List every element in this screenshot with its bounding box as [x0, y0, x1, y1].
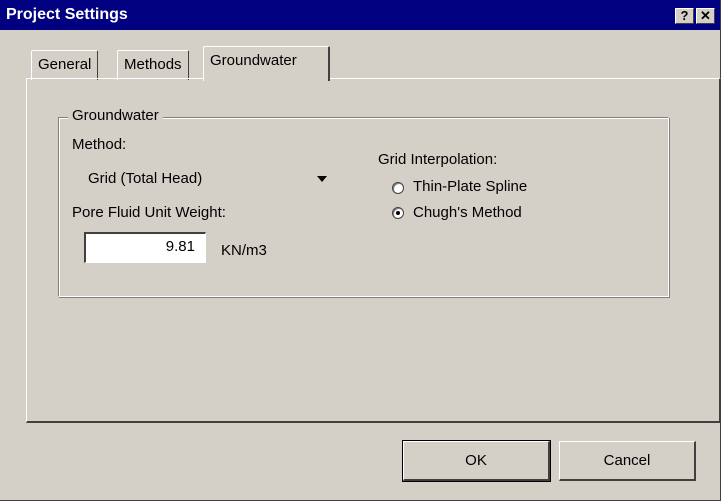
tab-general-label: General — [38, 56, 92, 73]
tab-methods-label: Methods — [124, 56, 182, 73]
title-bar[interactable]: Project Settings ? ✕ — [0, 0, 720, 30]
thin-plate-spline-label[interactable]: Thin-Plate Spline — [413, 178, 527, 195]
chughs-method-label[interactable]: Chugh's Method — [413, 204, 522, 221]
ok-button[interactable]: OK — [402, 440, 551, 482]
method-label: Method: — [72, 136, 127, 153]
method-dropdown-value: Grid (Total Head) — [88, 170, 203, 187]
groupbox-title: Groundwater — [68, 107, 163, 124]
pore-fluid-unit: KN/m3 — [221, 242, 267, 259]
project-settings-dialog: Project Settings ? ✕ General Methods Gro… — [0, 0, 721, 501]
close-icon[interactable]: ✕ — [696, 8, 715, 24]
window-title: Project Settings — [6, 6, 128, 23]
active-tab-joint — [204, 78, 328, 81]
pore-fluid-input[interactable]: 9.81 — [84, 232, 206, 263]
chughs-method-radio[interactable] — [392, 207, 404, 219]
tab-groundwater-label: Groundwater — [210, 52, 297, 69]
help-icon[interactable]: ? — [675, 8, 694, 24]
tab-general[interactable]: General — [31, 50, 99, 80]
tab-groundwater[interactable]: Groundwater — [203, 46, 330, 81]
chevron-down-icon[interactable] — [313, 169, 331, 188]
tab-methods[interactable]: Methods — [117, 50, 189, 80]
cancel-button[interactable]: Cancel — [559, 441, 696, 481]
method-dropdown[interactable]: Grid (Total Head) — [78, 166, 333, 192]
pore-fluid-label: Pore Fluid Unit Weight: — [72, 204, 226, 221]
grid-interpolation-label: Grid Interpolation: — [378, 151, 498, 168]
thin-plate-spline-radio[interactable] — [392, 182, 404, 194]
